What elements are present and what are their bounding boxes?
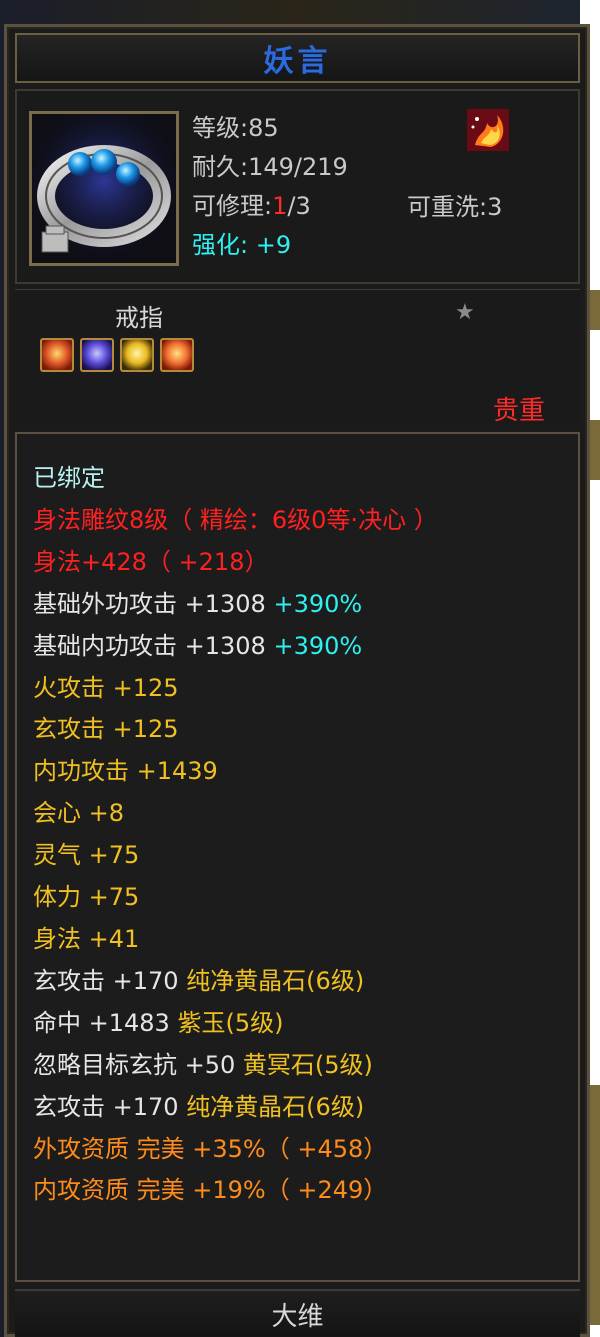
attribute-text: 基础内功攻击 +1308 bbox=[33, 631, 274, 660]
attribute-row: 身法 +41 bbox=[33, 919, 438, 961]
fire-phoenix-icon bbox=[467, 109, 509, 151]
attribute-row: 外攻资质 完美 +35%（ +458） bbox=[33, 1129, 438, 1171]
gem-sockets bbox=[40, 338, 194, 372]
attribute-text: 内攻资质 完美 +19%（ +249） bbox=[33, 1176, 388, 1205]
attribute-row: 基础内功攻击 +1308 +390% bbox=[33, 626, 438, 668]
attribute-row: 基础外功攻击 +1308 +390% bbox=[33, 584, 438, 626]
attribute-text: 体力 +75 bbox=[33, 883, 140, 912]
attribute-row: 玄攻击 +170 纯净黄晶石(6级) bbox=[33, 1087, 438, 1129]
reroll-label: 可重洗:3 bbox=[407, 193, 503, 221]
attribute-text: 纯净黄晶石(6级) bbox=[186, 1092, 365, 1121]
footer-label: 大维 bbox=[271, 1301, 324, 1332]
attribute-row: 内功攻击 +1439 bbox=[33, 751, 438, 793]
repair-total: /3 bbox=[287, 192, 311, 220]
footer-bar: 大维 bbox=[15, 1289, 580, 1337]
item-type: 戒指 bbox=[115, 304, 163, 332]
attribute-row: 忽略目标玄抗 +50 黄冥石(5级) bbox=[33, 1045, 438, 1087]
attribute-row: 身法雕纹8级（ 精绘：6级0等·决心 ） bbox=[33, 500, 438, 542]
attribute-text: 内功攻击 +1439 bbox=[33, 757, 218, 786]
item-type-section: 戒指 ★ 贵重 bbox=[15, 289, 580, 430]
repair-used: 1 bbox=[272, 192, 288, 220]
attribute-text: 基础外功攻击 +1308 bbox=[33, 589, 274, 618]
repair-prefix: 可修理: bbox=[192, 192, 273, 220]
yellow-gem-icon[interactable] bbox=[120, 338, 154, 372]
repair-label: 可修理:1/3 bbox=[192, 187, 348, 226]
attribute-text: 忽略目标玄抗 +50 bbox=[33, 1050, 243, 1079]
attribute-row: 命中 +1483 紫玉(5级) bbox=[33, 1003, 438, 1045]
attribute-text: +390% bbox=[273, 589, 363, 618]
attribute-text: 身法 +41 bbox=[33, 924, 140, 953]
attribute-row: 灵气 +75 bbox=[33, 835, 438, 877]
bound-status: 已绑定 bbox=[33, 464, 105, 492]
rarity-label: 贵重 bbox=[493, 396, 546, 426]
attribute-row: 内攻资质 完美 +19%（ +249） bbox=[33, 1170, 438, 1212]
item-name: 妖言 bbox=[263, 44, 332, 79]
attribute-text: 外攻资质 完美 +35%（ +458） bbox=[33, 1134, 388, 1163]
attribute-text: 玄攻击 +170 bbox=[33, 966, 187, 995]
level-label: 等级:85 bbox=[192, 114, 279, 142]
attribute-text: 玄攻击 +170 bbox=[33, 1092, 187, 1121]
purple-gem-icon[interactable] bbox=[80, 338, 114, 372]
attribute-text: 纯净黄晶石(6级) bbox=[186, 966, 365, 995]
durability-label: 耐久:149/219 bbox=[192, 153, 348, 181]
attribute-row: 火攻击 +125 bbox=[33, 668, 438, 710]
attribute-text: 玄攻击 +125 bbox=[33, 715, 179, 744]
enhance-label: 强化: +9 bbox=[192, 231, 292, 259]
attribute-text: 紫玉(5级) bbox=[177, 1008, 284, 1037]
attribute-text: 身法+428（ +218） bbox=[33, 547, 269, 576]
item-info-section: 等级:85 耐久:149/219 可修理:1/3 强化: +9 可重洗:3 bbox=[15, 89, 580, 284]
attribute-text: 身法雕纹8级（ 精绘：6级0等·决心 ） bbox=[33, 505, 438, 534]
item-tooltip: 妖言 等级:85 耐久:149/219 可修理:1/3 强化: +9 可重洗:3… bbox=[4, 24, 590, 1337]
attribute-row: 玄攻击 +125 bbox=[33, 709, 438, 751]
attribute-row: 玄攻击 +170 纯净黄晶石(6级) bbox=[33, 961, 438, 1003]
attribute-text: 黄冥石(5级) bbox=[242, 1050, 373, 1079]
attribute-row: 会心 +8 bbox=[33, 793, 438, 835]
attribute-list: 已绑定 身法雕纹8级（ 精绘：6级0等·决心 ） 身法+428（ +218） 基础外… bbox=[33, 458, 438, 1212]
attributes-section: 已绑定 身法雕纹8级（ 精绘：6级0等·决心 ） 身法+428（ +218） 基础外… bbox=[15, 432, 580, 1282]
attribute-text: 命中 +1483 bbox=[33, 1008, 178, 1037]
tooltip-title-bar: 妖言 bbox=[15, 33, 580, 83]
attribute-row: 体力 +75 bbox=[33, 877, 438, 919]
attribute-text: 灵气 +75 bbox=[33, 841, 140, 870]
attribute-text: 会心 +8 bbox=[33, 799, 125, 828]
attribute-text: +390% bbox=[273, 631, 363, 660]
attribute-row: 身法+428（ +218） bbox=[33, 542, 438, 584]
silver-ring-blue-gems-icon bbox=[32, 114, 176, 263]
item-stats: 等级:85 耐久:149/219 可修理:1/3 强化: +9 bbox=[192, 109, 348, 265]
orange-gem-icon[interactable] bbox=[160, 338, 194, 372]
star-icon: ★ bbox=[455, 300, 475, 325]
attribute-text: 火攻击 +125 bbox=[33, 673, 179, 702]
orange-gem-icon[interactable] bbox=[40, 338, 74, 372]
item-icon-frame[interactable] bbox=[29, 111, 179, 266]
